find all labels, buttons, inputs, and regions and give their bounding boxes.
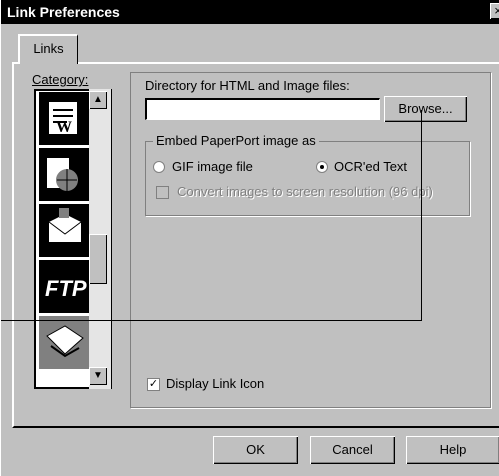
callout-line-horizontal (1, 320, 422, 321)
paperport-link-icon (46, 325, 84, 358)
embed-group-title: Embed PaperPort image as (153, 133, 319, 148)
mail-icon (48, 208, 82, 242)
tab-links[interactable]: Links (18, 34, 78, 64)
ok-button[interactable]: OK (213, 436, 298, 464)
ftp-icon: FTP (45, 276, 87, 301)
category-item-link[interactable] (38, 315, 90, 370)
radio-ocr-label[interactable]: OCR'ed Text (334, 159, 407, 174)
display-link-icon-checkbox[interactable]: ✓ (147, 378, 160, 391)
category-label-text: Category: (32, 72, 89, 87)
settings-panel (130, 72, 491, 408)
scroll-up-button[interactable]: ▲ (89, 91, 107, 109)
help-button[interactable]: Help (406, 436, 499, 464)
directory-label: Directory for HTML and Image files: (145, 78, 350, 93)
radio-ocr[interactable] (316, 161, 328, 173)
display-link-icon-label[interactable]: Display Link Icon (166, 376, 264, 391)
browse-button[interactable]: Browse... (384, 96, 467, 122)
close-button[interactable]: × (490, 3, 499, 19)
svg-text:W: W (56, 119, 72, 136)
convert-label: Convert images to screen resolution (96 … (177, 184, 433, 199)
scroll-thumb[interactable] (89, 234, 107, 284)
category-item-web[interactable] (38, 147, 90, 202)
directory-input[interactable] (145, 98, 380, 120)
category-label: Category: (32, 72, 88, 87)
dialog-title: Link Preferences (7, 4, 120, 20)
globe-icon (47, 158, 78, 191)
radio-gif[interactable] (153, 161, 165, 173)
callout-line-vertical (421, 110, 422, 321)
category-scrollbar[interactable]: ▲ ▼ (89, 89, 111, 389)
arrow-down-icon: ▼ (93, 370, 103, 381)
category-item-ftp[interactable]: FTP (38, 259, 90, 314)
category-item-mail[interactable] (38, 203, 90, 258)
category-item-word[interactable]: W (38, 91, 90, 146)
convert-checkbox[interactable] (156, 186, 169, 199)
arrow-up-icon: ▲ (93, 94, 103, 105)
word-document-icon: W (49, 102, 77, 136)
ftp-icon-text: FTP (45, 276, 87, 301)
title-bar[interactable]: Link Preferences × (1, 0, 499, 24)
radio-gif-label[interactable]: GIF image file (172, 159, 253, 174)
scroll-down-button[interactable]: ▼ (89, 367, 107, 385)
cancel-button[interactable]: Cancel (310, 436, 395, 464)
link-preferences-dialog: Link Preferences × Links Category: W FTP… (0, 0, 499, 476)
